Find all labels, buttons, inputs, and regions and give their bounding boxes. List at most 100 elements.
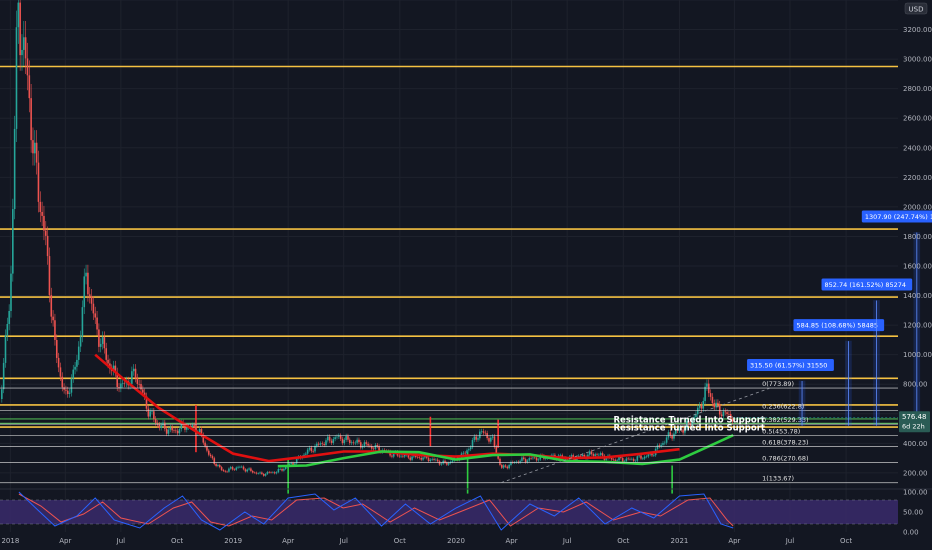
candle-body-49 (90, 296, 93, 304)
candle-body-334 (612, 459, 615, 461)
candle-body-95 (175, 430, 177, 432)
candle-body-182 (334, 437, 336, 440)
candle-body-177 (325, 440, 327, 446)
candle-body-323 (592, 454, 595, 456)
candle-body-84 (154, 419, 157, 423)
price-chart[interactable]: 0(773.89)0.236(622.8)0.382(529.33)0.5(45… (0, 0, 932, 550)
price-tick-label-14: 2800.00 (903, 85, 932, 93)
candle-body-381 (698, 405, 701, 408)
candle-body-4 (8, 310, 10, 324)
candle-body-293 (537, 459, 540, 461)
candle-body-172 (316, 443, 318, 446)
candle-body-66 (121, 382, 124, 384)
candle-body-185 (339, 435, 342, 439)
candle-body-328 (601, 453, 604, 456)
target-label-text-0: 315.50 (61.57%) 31550 (750, 362, 827, 370)
time-tick-label-14: Jul (785, 537, 795, 545)
candle-body-337 (618, 457, 620, 461)
candle-body-53 (98, 329, 100, 347)
candle-body-336 (616, 460, 618, 461)
candle-body-347 (636, 456, 639, 461)
candle-body-151 (277, 469, 280, 473)
price-tick-label-8: 1600.00 (903, 262, 932, 270)
price-tick-label-4: 800.00 (903, 381, 928, 389)
candle-body-361 (662, 443, 664, 445)
candle-body-15 (28, 75, 31, 99)
candle-body-351 (643, 456, 646, 459)
price-tick-label-10: 2000.00 (903, 203, 932, 211)
price-tick-label-16: 3200.00 (903, 26, 932, 34)
currency-badge[interactable]: USD (904, 2, 928, 15)
candle-body-191 (350, 442, 353, 444)
candle-body-81 (149, 411, 151, 417)
candle-body-44 (81, 307, 84, 337)
candle-body-268 (491, 436, 494, 438)
candle-body-198 (363, 442, 366, 447)
candle-body-26 (48, 256, 51, 296)
candle-body-129 (237, 466, 239, 468)
candle-body-272 (499, 458, 501, 465)
candle-body-133 (244, 469, 247, 472)
candle-body-29 (54, 320, 56, 340)
candle-body-285 (522, 457, 525, 460)
candle-body-32 (59, 367, 62, 377)
candle-body-96 (176, 430, 179, 434)
candle-body-34 (63, 387, 65, 390)
candle-body-134 (246, 469, 249, 472)
candle-body-101 (186, 427, 188, 430)
candle-body-176 (323, 443, 325, 446)
candle-body-260 (477, 438, 479, 440)
candle-body-311 (570, 455, 573, 457)
candle-body-127 (233, 469, 236, 471)
candle-body-277 (508, 464, 510, 469)
candle-body-24 (44, 230, 47, 236)
candle-body-233 (427, 457, 430, 462)
candle-body-6 (12, 209, 14, 274)
current-price-label: 576.48 (902, 413, 927, 421)
candle-body-238 (436, 459, 439, 462)
candle-body-55 (101, 337, 104, 344)
candle-body-135 (248, 468, 250, 470)
oscillator-tick-label-2: 0.00 (903, 529, 919, 537)
candle-body-188 (345, 436, 347, 440)
candle-body-14 (26, 58, 29, 76)
candle-body-71 (131, 371, 133, 384)
candle-body-114 (209, 454, 212, 457)
fib-label-3: 0.5(453.78) (762, 427, 800, 435)
candle-body-356 (653, 455, 655, 456)
candle-body-43 (79, 336, 82, 347)
candle-body-317 (581, 454, 584, 457)
candle-body-170 (312, 451, 314, 452)
candle-body-305 (559, 455, 562, 456)
chart-root: 0(773.89) 0.236(622.8) 0.382(529.33) 0.5(45… (0, 0, 932, 550)
candle-body-326 (598, 454, 600, 456)
time-tick-label-13: Apr (728, 537, 740, 545)
candle-body-229 (420, 457, 423, 460)
price-tick-label-1: 200.00 (903, 469, 928, 477)
candle-body-230 (422, 457, 424, 460)
candle-body-97 (178, 428, 181, 434)
candle-body-289 (530, 458, 532, 459)
candle-body-90 (165, 428, 168, 434)
candle-body-76 (140, 383, 142, 390)
candle-body-145 (266, 471, 269, 474)
candle-body-235 (431, 458, 434, 460)
price-tick-label-2: 400.00 (903, 440, 928, 448)
candle-body-67 (123, 382, 126, 384)
candle-body-301 (552, 454, 554, 456)
candle-body-383 (702, 400, 705, 409)
candle-body-257 (471, 440, 474, 448)
candle-body-94 (173, 430, 175, 431)
candle-body-149 (273, 472, 276, 474)
candle-body-116 (213, 458, 216, 465)
candle-body-124 (228, 468, 230, 472)
price-tick-label-15: 3000.00 (903, 56, 932, 64)
candle-body-168 (308, 447, 311, 450)
currency-badge-label: USD (909, 6, 924, 14)
candle-body-10 (19, 2, 21, 56)
candle-body-174 (319, 443, 322, 445)
candle-body-286 (524, 459, 527, 463)
candle-body-243 (446, 462, 448, 465)
candle-body-385 (706, 383, 708, 387)
candle-body-391 (717, 402, 719, 405)
